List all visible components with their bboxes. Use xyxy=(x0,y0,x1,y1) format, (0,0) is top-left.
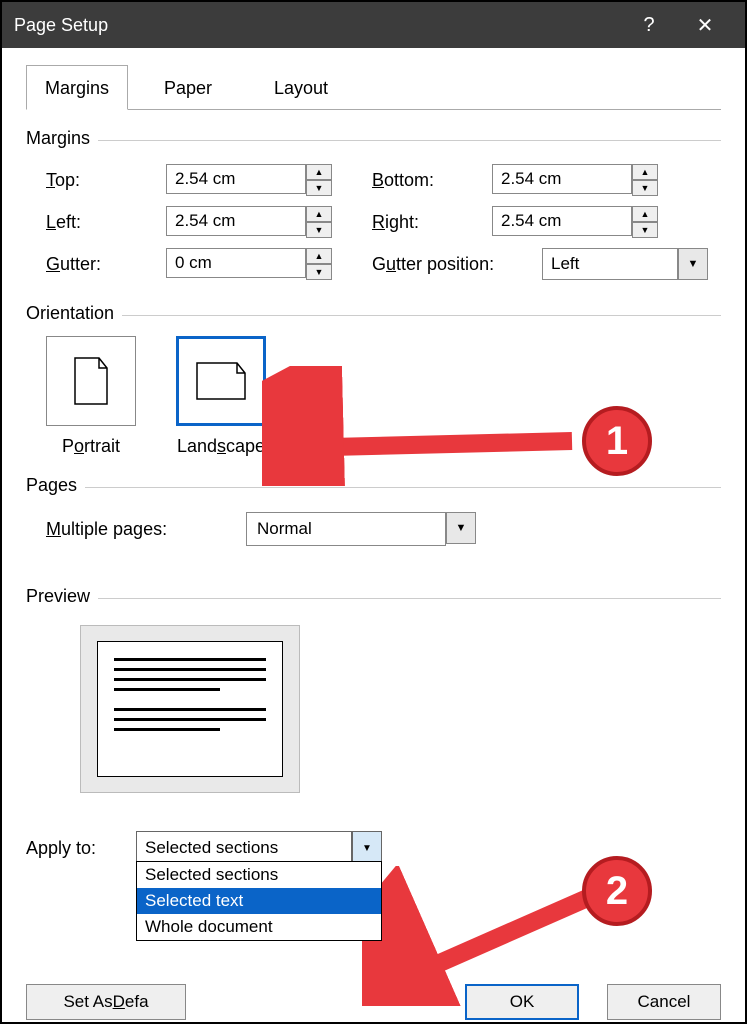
bottom-label: Bottom: xyxy=(372,170,492,191)
applyto-option-whole-document[interactable]: Whole document xyxy=(137,914,381,940)
apply-to-dropdown[interactable]: Selected sections ▼ xyxy=(136,831,382,865)
gutter-spinner[interactable]: ▲▼ xyxy=(166,248,332,280)
spin-down-icon[interactable]: ▼ xyxy=(306,180,332,196)
help-button[interactable]: ? xyxy=(621,14,677,37)
apply-to-value: Selected sections xyxy=(136,831,352,865)
multiple-pages-label: Multiple pages: xyxy=(46,519,246,540)
group-orientation: Orientation xyxy=(26,303,122,324)
cancel-button[interactable]: Cancel xyxy=(607,984,721,1020)
spin-up-icon[interactable]: ▲ xyxy=(306,248,332,264)
right-spinner[interactable]: ▲▼ xyxy=(492,206,658,238)
bottom-input[interactable] xyxy=(492,164,632,194)
group-pages: Pages xyxy=(26,475,85,496)
landscape-page-icon xyxy=(194,361,248,401)
chevron-down-icon[interactable]: ▼ xyxy=(678,248,708,280)
spin-down-icon[interactable]: ▼ xyxy=(306,264,332,280)
apply-to-label: Apply to: xyxy=(26,838,136,859)
applyto-option-selected-sections[interactable]: Selected sections xyxy=(137,862,381,888)
gutterpos-label: Gutter position: xyxy=(372,254,542,275)
top-input[interactable] xyxy=(166,164,306,194)
spin-down-icon[interactable]: ▼ xyxy=(632,180,658,196)
top-spinner[interactable]: ▲▼ xyxy=(166,164,332,196)
tab-paper[interactable]: Paper xyxy=(146,66,230,110)
multiple-pages-value: Normal xyxy=(246,512,446,546)
gutter-input[interactable] xyxy=(166,248,306,278)
spin-up-icon[interactable]: ▲ xyxy=(632,206,658,222)
annotation-badge-2: 2 xyxy=(582,856,652,926)
ok-button[interactable]: OK xyxy=(465,984,579,1020)
orientation-landscape[interactable]: Landscape xyxy=(176,336,266,457)
group-preview: Preview xyxy=(26,586,98,607)
bottom-spinner[interactable]: ▲▼ xyxy=(492,164,658,196)
tab-margins[interactable]: Margins xyxy=(26,65,128,110)
left-spinner[interactable]: ▲▼ xyxy=(166,206,332,238)
orientation-portrait[interactable]: Portrait xyxy=(46,336,136,457)
close-button[interactable]: ✕ xyxy=(677,13,733,38)
spin-up-icon[interactable]: ▲ xyxy=(306,206,332,222)
top-label: Top: xyxy=(46,170,166,191)
applyto-option-selected-text[interactable]: Selected text xyxy=(137,888,381,914)
spin-up-icon[interactable]: ▲ xyxy=(632,164,658,180)
spin-down-icon[interactable]: ▼ xyxy=(306,222,332,238)
apply-to-options-list: Selected sections Selected text Whole do… xyxy=(136,861,382,941)
portrait-page-icon xyxy=(72,356,110,406)
dialog-title: Page Setup xyxy=(14,15,621,36)
spin-down-icon[interactable]: ▼ xyxy=(632,222,658,238)
preview-thumbnail xyxy=(80,625,300,793)
annotation-badge-1: 1 xyxy=(582,406,652,476)
titlebar: Page Setup ? ✕ xyxy=(2,2,745,48)
gutterpos-dropdown[interactable]: Left ▼ xyxy=(542,248,708,280)
left-input[interactable] xyxy=(166,206,306,236)
gutterpos-value: Left xyxy=(542,248,678,280)
group-margins: Margins xyxy=(26,128,98,149)
tabstrip: Margins Paper Layout xyxy=(26,66,721,110)
tab-layout[interactable]: Layout xyxy=(256,66,346,110)
gutter-label: Gutter: xyxy=(46,254,166,275)
set-as-default-button[interactable]: Set As Defa xyxy=(26,984,186,1020)
right-input[interactable] xyxy=(492,206,632,236)
multiple-pages-dropdown[interactable]: Normal ▼ xyxy=(246,512,476,546)
right-label: Right: xyxy=(372,212,492,233)
chevron-down-icon[interactable]: ▼ xyxy=(446,512,476,544)
left-label: Left: xyxy=(46,212,166,233)
chevron-down-icon[interactable]: ▼ xyxy=(352,831,382,865)
spin-up-icon[interactable]: ▲ xyxy=(306,164,332,180)
